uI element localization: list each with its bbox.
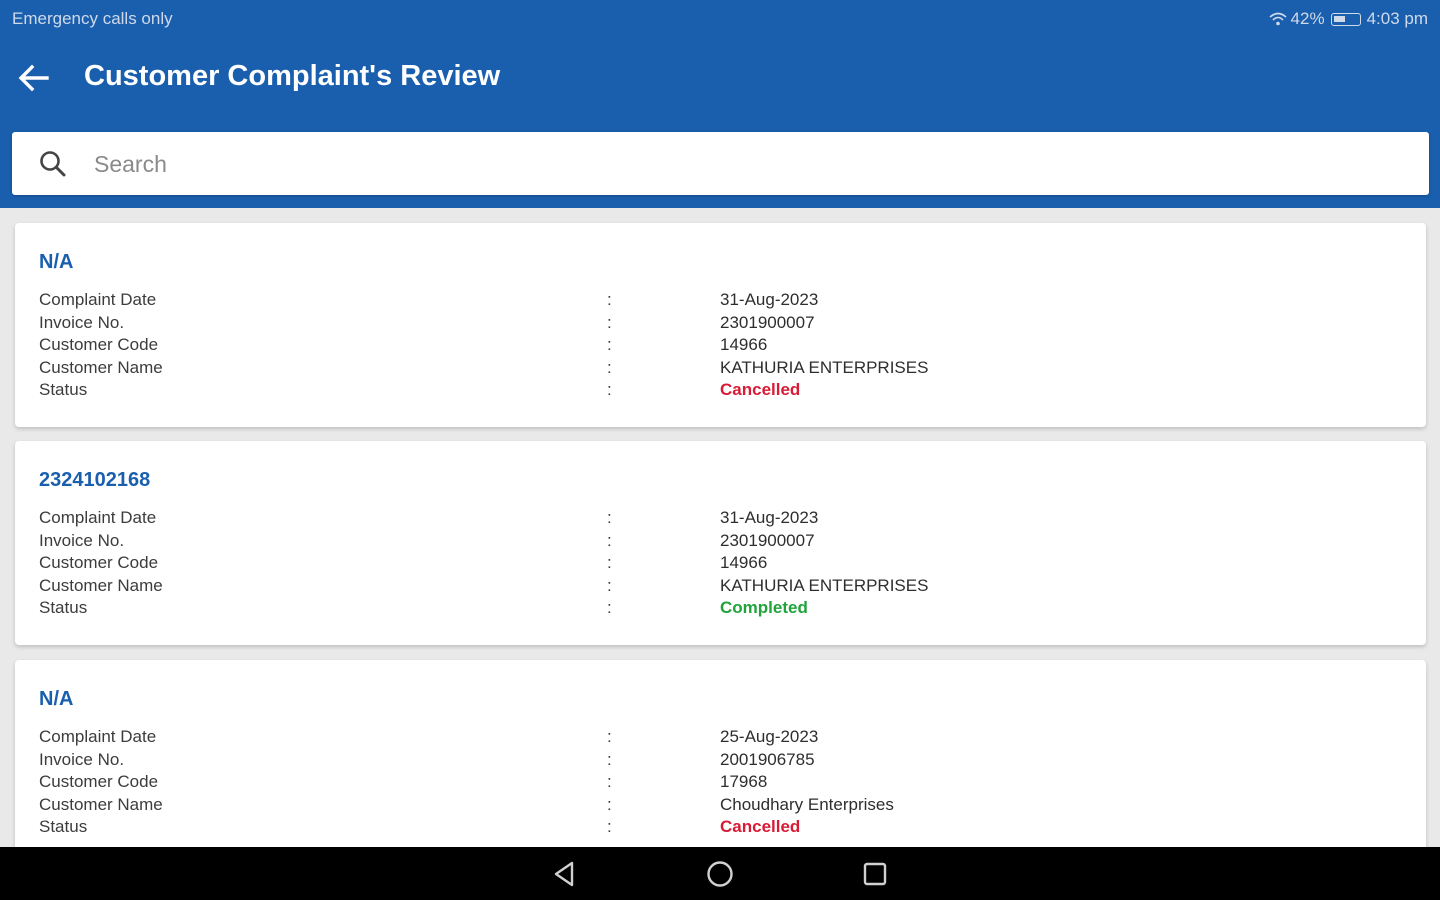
clock: 4:03 pm: [1366, 9, 1428, 28]
separator: :: [607, 598, 612, 618]
nav-back-button[interactable]: [548, 857, 582, 891]
nav-recents-button[interactable]: [858, 857, 892, 891]
separator: :: [607, 380, 612, 400]
complaint-number: N/A: [39, 688, 74, 710]
customer-code-label: Customer Code: [39, 772, 159, 792]
invoice-no-value: 2301900007: [720, 312, 815, 332]
customer-code-value: 14966: [720, 553, 768, 573]
status-label: Status: [39, 598, 88, 618]
separator: :: [607, 508, 612, 527]
complaint-date-value: 31-Aug-2023: [720, 290, 819, 309]
separator: :: [607, 794, 612, 814]
toolbar: Customer Complaint's Review: [0, 38, 1440, 118]
nav-home-button[interactable]: [703, 857, 737, 891]
search-icon: [40, 151, 66, 177]
back-button[interactable]: [14, 58, 54, 98]
customer-name-value: KATHURIA ENTERPRISES: [720, 357, 929, 377]
customer-name-label: Customer Name: [39, 794, 163, 814]
complaint-number: N/A: [39, 251, 74, 273]
customer-name-value: KATHURIA ENTERPRISES: [720, 575, 929, 595]
invoice-no-value: 2001906785: [720, 749, 815, 769]
status-value: Cancelled: [720, 380, 801, 400]
complaint-number: 2324102168: [39, 469, 151, 491]
battery-percent: 42%: [1290, 9, 1325, 28]
customer-name-row: Customer Name : KATHURIA ENTERPRISES: [39, 358, 1339, 381]
separator: :: [607, 553, 612, 573]
invoice-no-label: Invoice No.: [39, 530, 125, 550]
page-title: Customer Complaint's Review: [84, 60, 501, 92]
customer-code-row: Customer Code : 14966: [39, 553, 1339, 576]
invoice-no-label: Invoice No.: [39, 749, 125, 769]
separator: :: [607, 727, 612, 746]
complaint-date-row: Complaint Date : 31-Aug-2023: [39, 290, 1339, 313]
status-row: Status : Completed: [39, 598, 1339, 621]
customer-code-row: Customer Code : 14966: [39, 335, 1339, 358]
separator: :: [607, 357, 612, 377]
customer-name-row: Customer Name : KATHURIA ENTERPRISES: [39, 576, 1339, 599]
invoice-no-row: Invoice No. : 2001906785: [39, 750, 1339, 773]
carrier-status-text: Emergency calls only: [12, 9, 173, 28]
complaint-list: N/A Complaint Date : 31-Aug-2023 Invoice…: [0, 208, 1440, 847]
customer-name-label: Customer Name: [39, 575, 163, 595]
customer-code-value: 17968: [720, 772, 768, 792]
app-bar: Emergency calls only 42% 4:03 pm Custome…: [0, 0, 1440, 208]
status-label: Status: [39, 817, 88, 837]
status-label: Status: [39, 380, 88, 400]
status-icons: 42% 4:03 pm: [1269, 9, 1428, 29]
battery-icon: [1330, 12, 1361, 26]
separator: :: [607, 530, 612, 550]
separator: :: [607, 335, 612, 355]
status-row: Status : Cancelled: [39, 380, 1339, 403]
status-value: Cancelled: [720, 817, 801, 837]
complaint-date-label: Complaint Date: [39, 290, 157, 309]
invoice-no-label: Invoice No.: [39, 312, 125, 332]
arrow-left-icon: [18, 64, 49, 92]
complaint-date-label: Complaint Date: [39, 508, 157, 527]
customer-name-value: Choudhary Enterprises: [720, 794, 894, 814]
customer-code-label: Customer Code: [39, 335, 159, 355]
customer-code-value: 14966: [720, 335, 768, 355]
separator: :: [607, 772, 612, 792]
separator: :: [607, 575, 612, 595]
square-recents-icon: [863, 862, 887, 886]
complaint-date-row: Complaint Date : 31-Aug-2023: [39, 508, 1339, 531]
complaint-card[interactable]: N/A Complaint Date : 25-Aug-2023 Invoice…: [15, 660, 1426, 847]
separator: :: [607, 312, 612, 332]
complaint-card[interactable]: N/A Complaint Date : 31-Aug-2023 Invoice…: [15, 223, 1426, 427]
invoice-no-value: 2301900007: [720, 530, 815, 550]
separator: :: [607, 749, 612, 769]
wifi-icon: [1269, 12, 1287, 26]
separator: :: [607, 817, 612, 837]
search-input[interactable]: [94, 144, 1394, 184]
invoice-no-row: Invoice No. : 2301900007: [39, 313, 1339, 336]
status-row: Status : Cancelled: [39, 817, 1339, 840]
search-bar[interactable]: [12, 132, 1429, 195]
invoice-no-row: Invoice No. : 2301900007: [39, 531, 1339, 554]
separator: :: [607, 290, 612, 309]
circle-home-icon: [707, 861, 733, 887]
system-nav-bar: [0, 847, 1440, 900]
status-bar: Emergency calls only 42% 4:03 pm: [0, 0, 1440, 38]
complaint-date-value: 25-Aug-2023: [720, 727, 819, 746]
status-value: Completed: [720, 598, 808, 618]
triangle-back-icon: [554, 861, 574, 887]
customer-code-row: Customer Code : 17968: [39, 772, 1339, 795]
complaint-date-label: Complaint Date: [39, 727, 157, 746]
customer-code-label: Customer Code: [39, 553, 159, 573]
customer-name-label: Customer Name: [39, 357, 163, 377]
complaint-date-row: Complaint Date : 25-Aug-2023: [39, 727, 1339, 750]
complaint-date-value: 31-Aug-2023: [720, 508, 819, 527]
customer-name-row: Customer Name : Choudhary Enterprises: [39, 795, 1339, 818]
complaint-card[interactable]: 2324102168 Complaint Date : 31-Aug-2023 …: [15, 441, 1426, 645]
